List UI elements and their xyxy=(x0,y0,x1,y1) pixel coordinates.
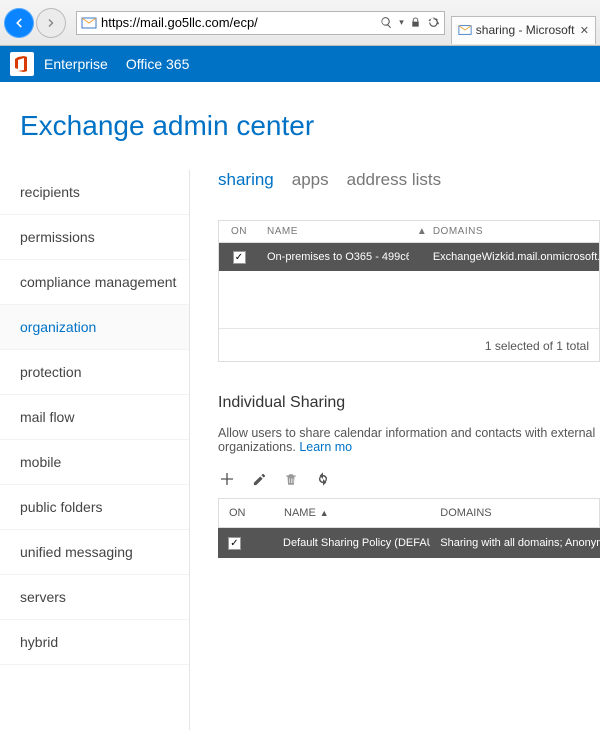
checkbox-icon[interactable]: ✓ xyxy=(228,537,241,550)
back-button[interactable] xyxy=(4,8,34,38)
sidebar-item-permissions[interactable]: permissions xyxy=(0,215,189,260)
office-logo-icon[interactable] xyxy=(10,52,34,76)
org-grid-row[interactable]: ✓ On-premises to O365 - 499c6e75-f… Exch… xyxy=(219,243,599,271)
sidebar: recipientspermissionscompliance manageme… xyxy=(0,170,190,730)
browser-chrome: https://mail.go5llc.com/ecp/ ▾ sharing -… xyxy=(0,0,600,46)
tab-address-lists[interactable]: address lists xyxy=(347,170,441,190)
tab-apps[interactable]: apps xyxy=(292,170,329,190)
forward-button[interactable] xyxy=(36,8,66,38)
individual-sharing-desc: Allow users to share calendar informatio… xyxy=(218,426,600,454)
org-grid-header: ON NAME ▲ DOMAINS xyxy=(218,220,600,242)
sidebar-item-mobile[interactable]: mobile xyxy=(0,440,189,485)
refresh-icon[interactable] xyxy=(427,16,440,29)
sidebar-item-organization[interactable]: organization xyxy=(0,305,189,350)
sidebar-item-recipients[interactable]: recipients xyxy=(0,170,189,215)
browser-tab[interactable]: sharing - Microsoft Exchange ✕ xyxy=(451,16,596,44)
tab-sharing[interactable]: sharing xyxy=(218,170,274,190)
main-layout: recipientspermissionscompliance manageme… xyxy=(0,170,600,730)
search-dropdown-icon[interactable]: ▾ xyxy=(399,17,404,28)
col-on[interactable]: ON xyxy=(219,226,259,237)
col-sort-icon[interactable]: ▲ xyxy=(409,226,425,237)
individual-toolbar xyxy=(218,470,600,488)
org-grid-footer: 1 selected of 1 total xyxy=(219,328,599,353)
sidebar-item-hybrid[interactable]: hybrid xyxy=(0,620,189,665)
content-tabs: sharing apps address lists xyxy=(218,170,600,190)
sidebar-item-compliance-management[interactable]: compliance management xyxy=(0,260,189,305)
top-link-enterprise[interactable]: Enterprise xyxy=(44,56,108,72)
col2-name[interactable]: NAME ▲ xyxy=(274,507,430,519)
url-tools: ▾ xyxy=(376,16,444,29)
tab-title: sharing - Microsoft Exchange xyxy=(476,23,576,37)
checkbox-icon[interactable]: ✓ xyxy=(233,251,246,264)
individual-grid-header: ON NAME ▲ DOMAINS xyxy=(218,498,600,528)
delete-button[interactable] xyxy=(282,470,300,488)
row-checkbox-cell[interactable]: ✓ xyxy=(219,251,259,264)
row2-checkbox-cell[interactable]: ✓ xyxy=(218,537,273,550)
desc-text: Allow users to share calendar informatio… xyxy=(218,426,595,454)
individual-grid-row[interactable]: ✓ Default Sharing Policy (DEFAULT) Shari… xyxy=(218,528,600,558)
lock-icon xyxy=(410,17,421,28)
url-text: https://mail.go5llc.com/ecp/ xyxy=(101,15,376,30)
refresh-button[interactable] xyxy=(314,470,332,488)
sidebar-item-mail-flow[interactable]: mail flow xyxy=(0,395,189,440)
tab-favicon xyxy=(458,23,472,37)
col2-domains[interactable]: DOMAINS xyxy=(430,507,599,519)
app-top-bar: Enterprise Office 365 xyxy=(0,46,600,82)
address-bar[interactable]: https://mail.go5llc.com/ecp/ ▾ xyxy=(76,11,445,35)
row2-name: Default Sharing Policy (DEFAULT) xyxy=(273,537,430,549)
row2-domains: Sharing with all domains; Anonymo xyxy=(430,537,600,549)
top-link-office365[interactable]: Office 365 xyxy=(126,56,190,72)
add-button[interactable] xyxy=(218,470,236,488)
org-grid-body: ✓ On-premises to O365 - 499c6e75-f… Exch… xyxy=(218,242,600,362)
sidebar-item-unified-messaging[interactable]: unified messaging xyxy=(0,530,189,575)
tab-close-icon[interactable]: ✕ xyxy=(580,24,589,37)
sidebar-item-public-folders[interactable]: public folders xyxy=(0,485,189,530)
main-content: sharing apps address lists ON NAME ▲ DOMAI… xyxy=(190,170,600,730)
search-icon[interactable] xyxy=(380,16,393,29)
individual-sharing-title: Individual Sharing xyxy=(218,394,600,412)
learn-more-link[interactable]: Learn mo xyxy=(299,440,352,454)
page-title: Exchange admin center xyxy=(0,82,600,142)
sort-asc-icon: ▲ xyxy=(320,508,329,518)
sidebar-item-protection[interactable]: protection xyxy=(0,350,189,395)
col2-on[interactable]: ON xyxy=(219,507,274,519)
col-name[interactable]: NAME xyxy=(259,226,409,237)
row-domains: ExchangeWizkid.mail.onmicrosoft.c xyxy=(425,251,599,263)
row-name: On-premises to O365 - 499c6e75-f… xyxy=(259,251,409,263)
site-icon xyxy=(81,15,97,31)
sidebar-item-servers[interactable]: servers xyxy=(0,575,189,620)
edit-button[interactable] xyxy=(250,470,268,488)
col-domains[interactable]: DOMAINS xyxy=(425,226,599,237)
tab-bar: sharing - Microsoft Exchange ✕ xyxy=(451,0,596,45)
